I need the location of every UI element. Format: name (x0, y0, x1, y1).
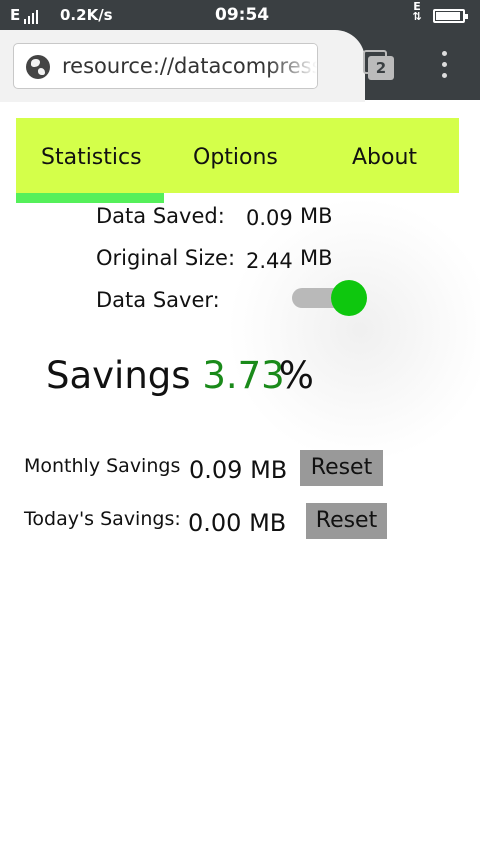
toggle-ripple (230, 200, 480, 460)
data-saver-label: Data Saver: (96, 288, 220, 312)
active-tab-indicator (16, 193, 164, 203)
data-saved-label: Data Saved: (96, 204, 225, 228)
battery-icon (433, 9, 468, 23)
signal-indicator: E (10, 6, 39, 24)
savings-percent-sign: % (278, 354, 314, 397)
savings-percent: 3.73 (202, 354, 285, 397)
data-activity-icon: E ⇅ (412, 0, 422, 23)
status-bar: E 0.2K/s 09:54 E ⇅ (0, 0, 480, 30)
tab-switcher-button[interactable]: 2 (363, 50, 394, 80)
today-savings-label: Today's Savings: (24, 508, 181, 530)
overflow-menu-icon[interactable] (434, 51, 454, 81)
tab-statistics[interactable]: Statistics (41, 145, 142, 170)
reset-monthly-button[interactable]: Reset (300, 450, 383, 486)
original-size-unit: MB (300, 246, 333, 270)
tab-count: 2 (368, 56, 394, 80)
globe-icon (26, 55, 50, 79)
address-bar[interactable]: resource://datacompress (13, 43, 318, 89)
monthly-savings-value: 0.09 MB (189, 456, 288, 484)
original-size-value: 2.44 (246, 249, 293, 273)
original-size-label: Original Size: (96, 246, 236, 270)
network-type: E (10, 6, 21, 24)
tab-options[interactable]: Options (193, 145, 278, 170)
section-nav: Statistics Options About (16, 118, 459, 193)
monthly-savings-label: Monthly Savings (24, 455, 181, 477)
data-saved-unit: MB (300, 204, 333, 228)
network-speed: 0.2K/s (60, 6, 113, 24)
data-saved-value: 0.09 (246, 206, 293, 230)
signal-bars-icon (24, 10, 39, 24)
reset-today-button[interactable]: Reset (306, 503, 387, 539)
savings-summary: Savings 3.73% (46, 354, 314, 397)
clock: 09:54 (215, 5, 270, 25)
data-saver-toggle-knob[interactable] (331, 280, 367, 316)
browser-toolbar: resource://datacompress 2 (0, 30, 480, 102)
savings-label: Savings (46, 354, 191, 397)
today-savings-value: 0.00 MB (188, 509, 287, 537)
tab-about[interactable]: About (352, 145, 417, 170)
